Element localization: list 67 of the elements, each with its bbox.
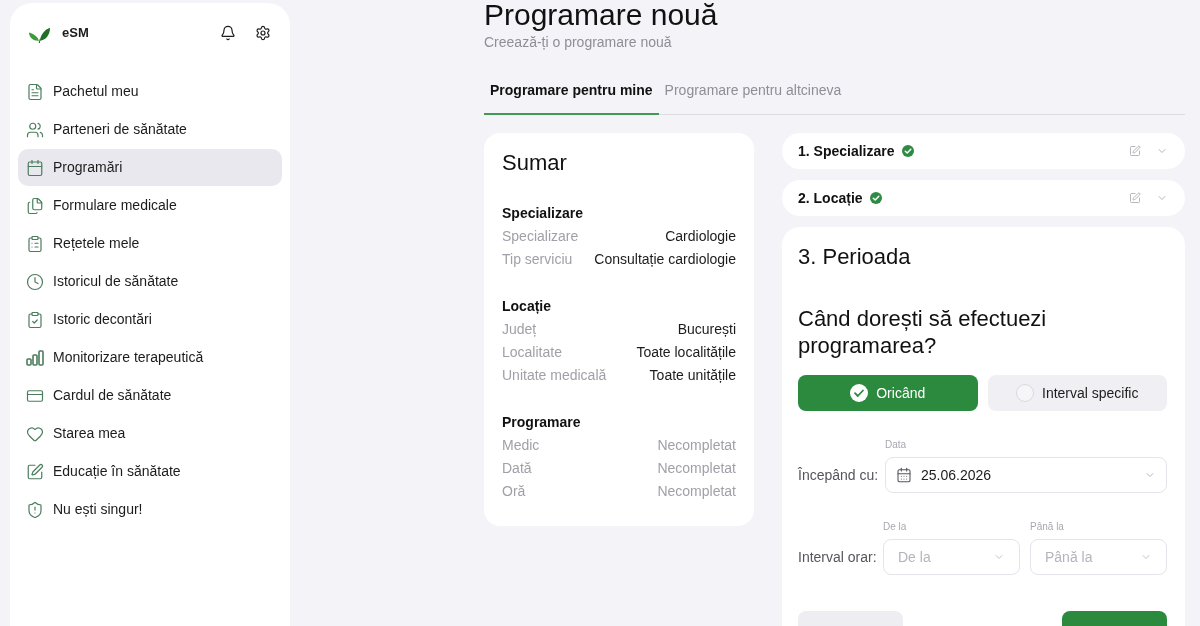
summary-value: Necompletat	[657, 436, 736, 455]
sidebar-item[interactable]: Programări	[18, 149, 282, 186]
section-heading: Specializare	[502, 204, 583, 223]
sidebar-item[interactable]: Educație în sănătate	[18, 453, 282, 490]
sidebar-item[interactable]: Starea mea	[18, 415, 282, 452]
summary-value: Toate unitățile	[649, 366, 736, 385]
shield-icon	[26, 500, 44, 519]
summary-value: Cardiologie	[665, 227, 736, 246]
sidebar-item[interactable]: Parteneri de sănătate	[18, 111, 282, 148]
bell-icon[interactable]	[220, 25, 236, 41]
calendar-icon	[26, 158, 44, 177]
question-text: Când dorești să efectuezi programarea?	[798, 305, 1048, 359]
summary-label: Medic	[502, 436, 540, 455]
sidebar-item[interactable]: Nu ești singur!	[18, 491, 282, 528]
app-name: eSM	[62, 24, 89, 43]
summary-value: Toate localitățile	[636, 343, 736, 362]
page-subtitle: Creează-ți o programare nouă	[484, 33, 672, 52]
step-title: 3. Perioada	[798, 243, 911, 271]
summary-label: Localitate	[502, 343, 562, 362]
pencil-square-icon	[26, 462, 44, 481]
summary-label: Oră	[502, 482, 526, 501]
section-heading: Programare	[502, 413, 581, 432]
summary-value: București	[677, 320, 736, 339]
summary-label: Tip serviciu	[502, 250, 573, 269]
field-label: Interval orar:	[798, 547, 878, 567]
option-button[interactable]: Interval specific	[987, 375, 1167, 411]
summary-label: Specializare	[502, 227, 579, 246]
page-title: Programare nouă	[484, 0, 718, 30]
summary-label: Unitate medicală	[502, 366, 607, 385]
field-label: Începând cu:	[798, 465, 880, 485]
sidebar-item[interactable]: Istoric decontări	[18, 301, 282, 338]
clock-icon	[26, 272, 44, 291]
field-caption: Data	[885, 439, 907, 451]
step-title: 2. Locație	[798, 188, 863, 208]
clipboard-icon	[26, 234, 44, 253]
summary-value: Consultație cardiologie	[594, 250, 736, 269]
heart-icon	[26, 424, 44, 443]
sidebar-item[interactable]: Cardul de sănătate	[18, 377, 282, 414]
field-caption: De la	[883, 521, 907, 533]
summary-label: Dată	[502, 459, 532, 478]
people-icon	[26, 120, 44, 139]
card-title: Sumar	[502, 149, 568, 177]
check-circle-icon	[850, 384, 869, 402]
sidebar-item[interactable]: Formulare medicale	[18, 187, 282, 224]
calendar-icon	[896, 467, 912, 483]
section-heading: Locație	[502, 297, 551, 316]
step-title: 1. Specializare	[798, 141, 895, 161]
edit-icon[interactable]	[1129, 192, 1141, 204]
option-button[interactable]: Oricând	[798, 375, 978, 411]
primary-button[interactable]	[1062, 611, 1167, 626]
field-caption: Până la	[1030, 521, 1064, 533]
tab[interactable]: Programare pentru mine	[484, 70, 659, 115]
sidebar-item[interactable]: Istoricul de sănătate	[18, 263, 282, 300]
date-field[interactable]: 25.06.2026	[885, 457, 1167, 493]
sidebar-item[interactable]: Monitorizare terapeutică	[18, 339, 282, 376]
summary-label: Județ	[502, 320, 537, 339]
summary-value: Necompletat	[657, 459, 736, 478]
settings-icon[interactable]	[255, 25, 271, 41]
document-icon	[26, 82, 44, 101]
bar-chart-icon	[26, 348, 44, 367]
sidebar-item[interactable]: Pachetul meu	[18, 73, 282, 110]
summary-value: Necompletat	[657, 482, 736, 501]
files-icon	[26, 196, 44, 215]
edit-icon[interactable]	[1129, 145, 1141, 157]
clipboard-check-icon	[26, 310, 44, 329]
radio-circle-icon	[1016, 384, 1034, 402]
sidebar-item[interactable]: Rețetele mele	[18, 225, 282, 262]
